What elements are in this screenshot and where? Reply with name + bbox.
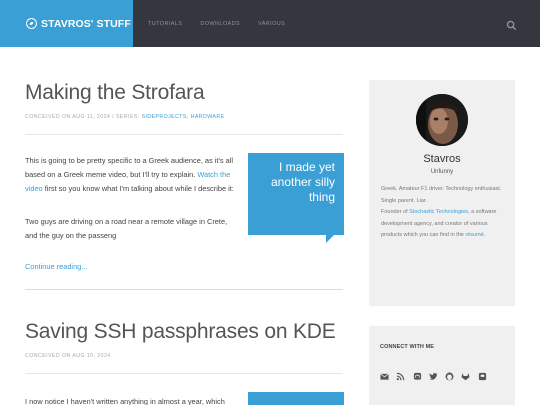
post-meta: CONCEIVED ON AUG 11, 2024 / SERIES: SIDE… xyxy=(25,114,225,120)
social-links xyxy=(380,372,494,381)
email-icon[interactable] xyxy=(380,372,389,381)
profile-card: Stavros Unfunny Greek. Amateur F1 driver… xyxy=(369,80,515,306)
post-divider xyxy=(25,289,343,290)
nav-various[interactable]: VARIOUS xyxy=(258,21,285,27)
profile-name: Stavros xyxy=(423,153,461,165)
site-logo[interactable]: STAVROS' STUFF xyxy=(0,0,133,47)
rss-icon[interactable] xyxy=(396,372,405,381)
post-categories[interactable]: SIDEPROJECTS, HARDWARE xyxy=(141,114,224,120)
company-link[interactable]: Stochastic Technologies xyxy=(409,209,468,215)
bio-line: Greek. Amateur F1 driver. Technology ent… xyxy=(381,186,502,204)
post-title[interactable]: Making the Strofara xyxy=(25,81,205,105)
bio-text: . xyxy=(483,232,486,238)
nav-tutorials[interactable]: TUTORIALS xyxy=(148,21,182,27)
mastodon-icon[interactable] xyxy=(413,372,422,381)
profile-bio: Greek. Amateur F1 driver. Technology ent… xyxy=(381,184,507,242)
github-icon[interactable] xyxy=(445,372,454,381)
meta-divider xyxy=(25,373,343,374)
nav-downloads[interactable]: DOWNLOADS xyxy=(200,21,240,27)
site-header: STAVROS' STUFF TUTORIALS DOWNLOADS VARIO… xyxy=(0,0,540,47)
profile-tagline: Unfunny xyxy=(430,169,454,175)
pull-quote: I made yet another silly thing xyxy=(248,153,344,235)
connect-card: CONNECT WITH ME xyxy=(369,326,515,405)
meta-divider xyxy=(25,134,343,135)
avatar xyxy=(416,94,468,146)
twitter-icon[interactable] xyxy=(429,372,438,381)
post-title[interactable]: Saving SSH passphrases on KDE xyxy=(25,320,336,344)
main-nav: TUTORIALS DOWNLOADS VARIOUS xyxy=(148,0,303,47)
pull-quote xyxy=(248,392,344,405)
resume-link[interactable]: résumé xyxy=(465,232,483,238)
gitlab-icon[interactable] xyxy=(461,372,470,381)
blog-icon[interactable] xyxy=(478,372,487,381)
paragraph-text: first so you know what I'm talking about… xyxy=(42,184,234,193)
post-meta: CONCEIVED ON AUG 10, 2024 xyxy=(25,353,111,359)
bio-text: Founder of xyxy=(381,209,410,215)
search-icon[interactable] xyxy=(506,18,517,31)
bio-line: Founder of Stochastic Technologies, a so… xyxy=(381,207,507,242)
post-paragraph: I now notice I haven't written anything … xyxy=(25,397,225,405)
pull-quote-tail xyxy=(326,235,334,243)
continue-reading-link[interactable]: Continue reading... xyxy=(25,262,87,271)
connect-heading: CONNECT WITH ME xyxy=(380,344,435,350)
post-paragraph: This is going to be pretty specific to a… xyxy=(25,154,235,196)
logo-text: STAVROS' STUFF xyxy=(41,17,131,30)
post-paragraph: Two guys are driving on a road near a re… xyxy=(25,217,228,240)
post-date: CONCEIVED ON AUG 11, 2024 / SERIES: xyxy=(25,114,142,120)
logo-icon xyxy=(26,18,37,29)
